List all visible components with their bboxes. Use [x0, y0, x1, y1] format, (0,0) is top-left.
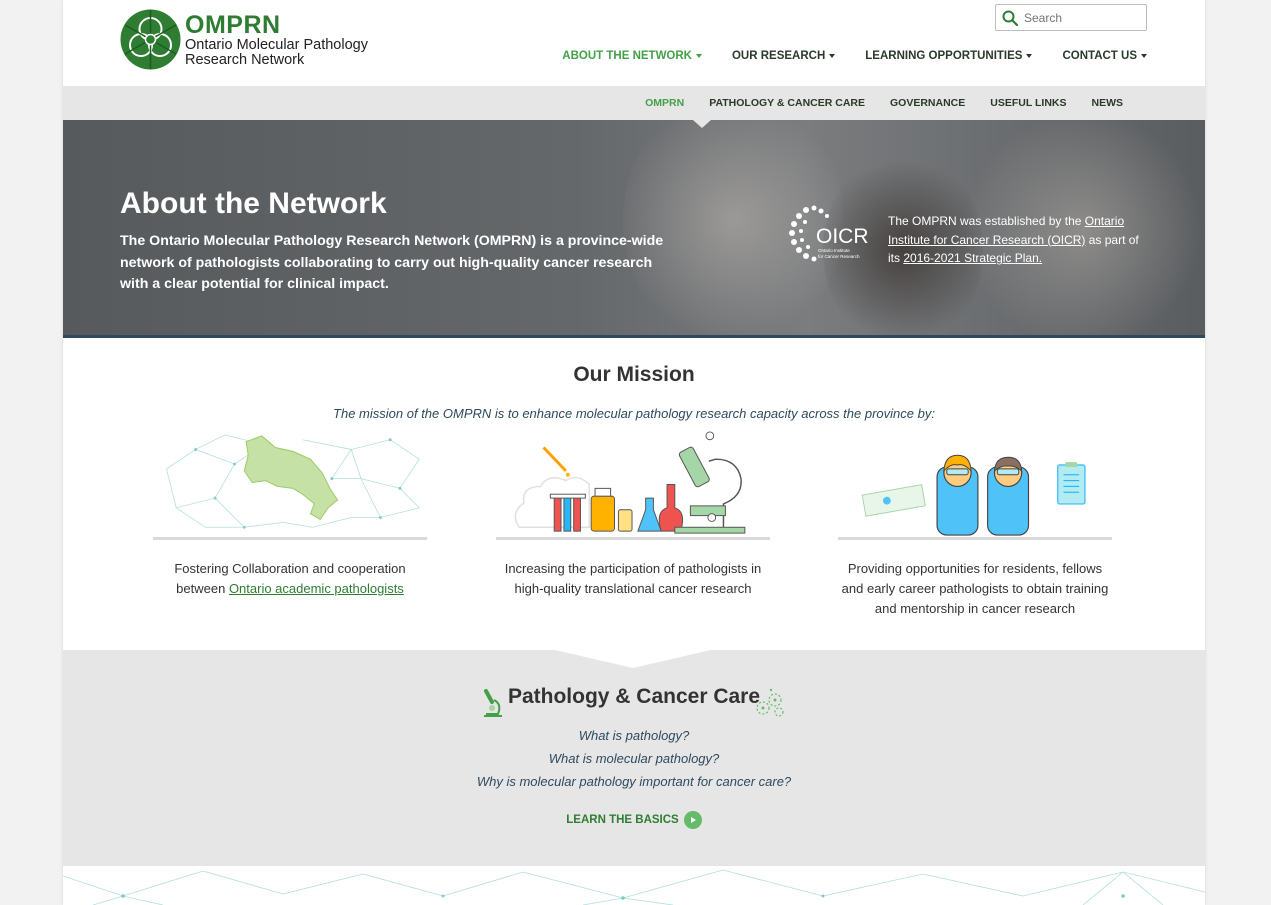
svg-text:Ontario Institute: Ontario Institute [818, 248, 850, 253]
nav-our-research[interactable]: OUR RESEARCH [731, 50, 836, 62]
svg-text:OICR: OICR [816, 225, 869, 248]
page-title: About the Network [120, 187, 387, 220]
logo-full-name: Ontario Molecular Pathology Research Net… [185, 37, 368, 68]
mission-title: Our Mission [573, 363, 695, 386]
active-subnav-indicator [693, 120, 711, 128]
oicr-note: The OMPRN was established by the Ontario… [888, 212, 1153, 268]
nav-contact-us[interactable]: CONTACT US [1062, 50, 1147, 62]
hero-lead: The Ontario Molecular Pathology Research… [120, 233, 664, 292]
nav-label: LEARNING OPPORTUNITIES [865, 50, 1023, 62]
pathology-question-link[interactable]: What is pathology? [63, 728, 1205, 743]
strategic-plan-link[interactable]: 2016-2021 Strategic Plan. [903, 251, 1042, 265]
subnav-governance[interactable]: GOVERNANCE [890, 97, 965, 109]
pathologists-illustration [838, 430, 1112, 540]
pathology-section: Pathology & Cancer Care What is patholog… [63, 650, 1205, 866]
pathology-title: Pathology & Cancer Care [507, 685, 761, 708]
network-background-pattern [63, 866, 1205, 905]
mission-item: Increasing the participation of patholog… [496, 430, 770, 599]
caret-down-icon [1026, 54, 1033, 58]
caret-down-icon [829, 54, 836, 58]
cells-icon [756, 688, 784, 717]
learn-the-basics-button[interactable]: LEARN THE BASICS [63, 811, 1205, 829]
pathology-question-link[interactable]: What is molecular pathology? [63, 751, 1205, 766]
omprn-logo-icon [120, 9, 181, 70]
caret-down-icon [1141, 54, 1147, 58]
nav-label: CONTACT US [1062, 50, 1137, 62]
mission-item: Fostering Collaboration and cooperation … [153, 430, 427, 599]
mission-item-caption: Fostering Collaboration and cooperation … [153, 559, 427, 599]
mission-item: Providing opportunities for residents, f… [838, 430, 1112, 619]
oicr-logo[interactable]: OICR Ontario Institute for Cancer Resear… [788, 202, 880, 268]
ontario-pathologists-link[interactable]: Ontario academic pathologists [229, 581, 404, 596]
nav-label: ABOUT THE NETWORK [562, 50, 692, 62]
ontario-network-map-illustration [153, 430, 427, 540]
nav-learning-opportunities[interactable]: LEARNING OPPORTUNITIES [865, 50, 1033, 62]
mission-item-caption: Increasing the participation of patholog… [504, 561, 762, 596]
logo-acronym: OMPRN [185, 11, 281, 39]
page-container: OMPRN Ontario Molecular Pathology Resear… [63, 0, 1205, 905]
hero-banner: About the Network The Ontario Molecular … [63, 120, 1205, 338]
subnav-omprn[interactable]: OMPRN [645, 97, 684, 109]
subnav-pathology-cancer-care[interactable]: PATHOLOGY & CANCER CARE [709, 97, 865, 109]
learn-the-basics-label: LEARN THE BASICS [566, 814, 679, 826]
play-arrow-icon [683, 811, 702, 829]
pathology-question-link[interactable]: Why is molecular pathology important for… [63, 774, 1205, 789]
mission-subtitle: The mission of the OMPRN is to enhance m… [333, 406, 935, 421]
subnav-news[interactable]: NEWS [1092, 97, 1124, 109]
search-box[interactable] [995, 4, 1147, 31]
main-nav: ABOUT THE NETWORK OUR RESEARCH LEARNING … [532, 50, 1147, 62]
nav-label: OUR RESEARCH [731, 50, 826, 62]
svg-text:for Cancer Research: for Cancer Research [818, 254, 860, 259]
search-input[interactable] [1024, 10, 1144, 25]
section-notch [555, 650, 711, 668]
mission-item-caption: Providing opportunities for residents, f… [841, 561, 1109, 616]
search-icon [1002, 10, 1018, 26]
oicr-note-text: The OMPRN was established by the [888, 214, 1085, 228]
sub-nav: OMPRN PATHOLOGY & CANCER CARE GOVERNANCE… [63, 86, 1205, 120]
site-logo[interactable]: OMPRN Ontario Molecular Pathology Resear… [120, 9, 385, 70]
subnav-useful-links[interactable]: USEFUL LINKS [990, 97, 1066, 109]
nav-about-the-network[interactable]: ABOUT THE NETWORK [562, 50, 702, 62]
caret-down-icon [695, 54, 702, 58]
site-header: OMPRN Ontario Molecular Pathology Resear… [63, 0, 1205, 86]
lab-equipment-illustration [496, 430, 770, 540]
